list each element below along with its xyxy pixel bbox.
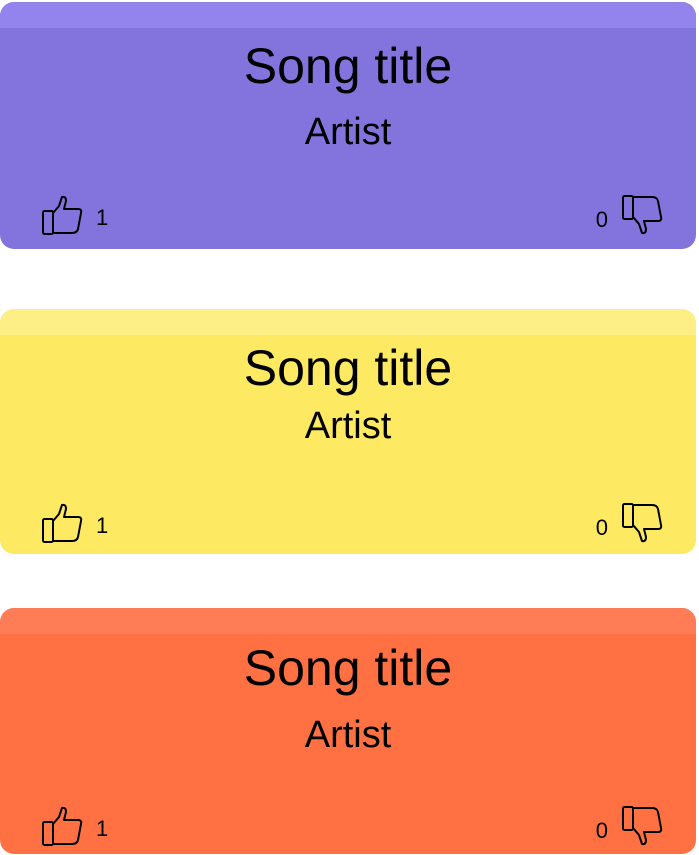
song-title: Song title	[243, 38, 453, 94]
dislike-button[interactable]: 0	[596, 193, 664, 237]
like-count: 1	[96, 205, 109, 230]
card-top-band	[0, 608, 696, 634]
dislike-button[interactable]: 0	[596, 501, 664, 545]
like-count: 1	[96, 816, 109, 841]
thumbs-down-icon	[622, 195, 663, 235]
song-card[interactable]: Song title Artist 1 0	[0, 309, 696, 554]
card-top-band	[0, 309, 696, 335]
song-artist: Artist	[304, 111, 392, 153]
like-count: 1	[96, 513, 109, 538]
song-artist: Artist	[304, 405, 392, 447]
dislike-button[interactable]: 0	[596, 804, 664, 848]
song-card[interactable]: Song title Artist 1 0	[0, 2, 696, 249]
thumbs-up-icon	[42, 806, 83, 846]
song-title: Song title	[243, 640, 453, 696]
song-card[interactable]: Song title Artist 1 0	[0, 608, 696, 854]
like-button[interactable]: 1	[40, 501, 108, 545]
song-title: Song title	[243, 340, 453, 396]
thumbs-up-icon	[42, 195, 83, 235]
card-top-band	[0, 2, 696, 28]
song-artist: Artist	[304, 714, 392, 756]
thumbs-up-icon	[42, 503, 83, 543]
dislike-count: 0	[595, 818, 608, 843]
like-button[interactable]: 1	[40, 804, 108, 848]
like-button[interactable]: 1	[40, 193, 108, 237]
dislike-count: 0	[595, 207, 608, 232]
dislike-count: 0	[595, 515, 608, 540]
thumbs-down-icon	[622, 503, 663, 543]
thumbs-down-icon	[622, 806, 663, 846]
